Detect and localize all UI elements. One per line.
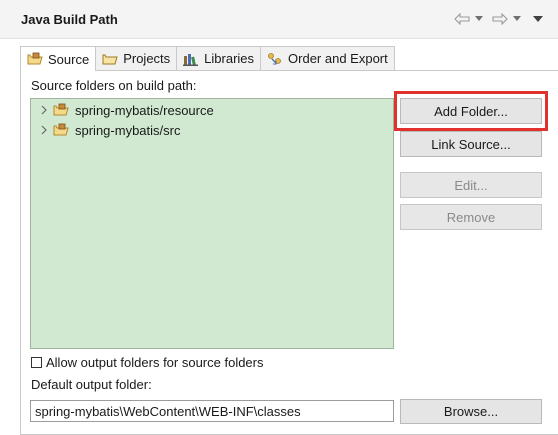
tab-label: Order and Export bbox=[288, 51, 388, 66]
remove-button[interactable]: Remove bbox=[400, 204, 542, 230]
view-menu-button[interactable] bbox=[533, 11, 543, 27]
chevron-down-icon bbox=[475, 16, 483, 22]
tab-label: Projects bbox=[123, 51, 171, 66]
back-button[interactable] bbox=[454, 11, 470, 27]
page-title: Java Build Path bbox=[21, 12, 118, 27]
tab-label: Source bbox=[48, 51, 90, 67]
section-label: Source folders on build path: bbox=[31, 78, 197, 93]
forward-arrow-icon bbox=[492, 13, 508, 25]
tab-bar: Source Projects Libraries Order and Expo… bbox=[20, 46, 395, 71]
header-bar: Java Build Path bbox=[0, 0, 558, 39]
projects-folder-icon bbox=[102, 52, 118, 66]
package-folder-icon bbox=[53, 103, 69, 117]
tree-item-label: spring-mybatis/src bbox=[75, 122, 181, 138]
back-history-dropdown[interactable] bbox=[475, 11, 483, 27]
tab-order-and-export[interactable]: Order and Export bbox=[260, 46, 395, 70]
forward-history-dropdown[interactable] bbox=[513, 11, 521, 27]
default-output-folder-label: Default output folder: bbox=[31, 377, 152, 392]
order-export-icon bbox=[267, 52, 283, 66]
chevron-down-icon bbox=[513, 16, 521, 22]
expand-chevron-icon[interactable] bbox=[37, 105, 51, 115]
back-arrow-icon bbox=[454, 13, 470, 25]
default-output-folder-input[interactable] bbox=[30, 400, 394, 422]
expand-chevron-icon[interactable] bbox=[37, 125, 51, 135]
libraries-icon bbox=[183, 52, 199, 66]
tab-libraries[interactable]: Libraries bbox=[176, 46, 262, 70]
allow-output-folders-label: Allow output folders for source folders bbox=[46, 355, 264, 370]
edit-button[interactable]: Edit... bbox=[400, 172, 542, 198]
forward-button[interactable] bbox=[492, 11, 508, 27]
allow-output-folders-checkbox[interactable] bbox=[31, 357, 42, 368]
tree-item[interactable]: spring-mybatis/resource bbox=[37, 101, 214, 119]
link-source-button[interactable]: Link Source... bbox=[400, 131, 542, 157]
tab-projects[interactable]: Projects bbox=[95, 46, 178, 70]
browse-button[interactable]: Browse... bbox=[400, 399, 542, 424]
tab-source[interactable]: Source bbox=[20, 46, 97, 71]
tab-label: Libraries bbox=[204, 51, 255, 66]
tree-item[interactable]: spring-mybatis/src bbox=[37, 121, 180, 139]
source-folder-icon bbox=[27, 52, 43, 66]
source-folder-tree[interactable]: spring-mybatis/resource spring-mybatis/s… bbox=[30, 98, 394, 349]
add-folder-button[interactable]: Add Folder... bbox=[400, 98, 542, 124]
menu-triangle-icon bbox=[533, 15, 543, 23]
allow-output-folders-option[interactable]: Allow output folders for source folders bbox=[31, 355, 264, 370]
package-folder-icon bbox=[53, 123, 69, 137]
tree-item-label: spring-mybatis/resource bbox=[75, 102, 214, 118]
